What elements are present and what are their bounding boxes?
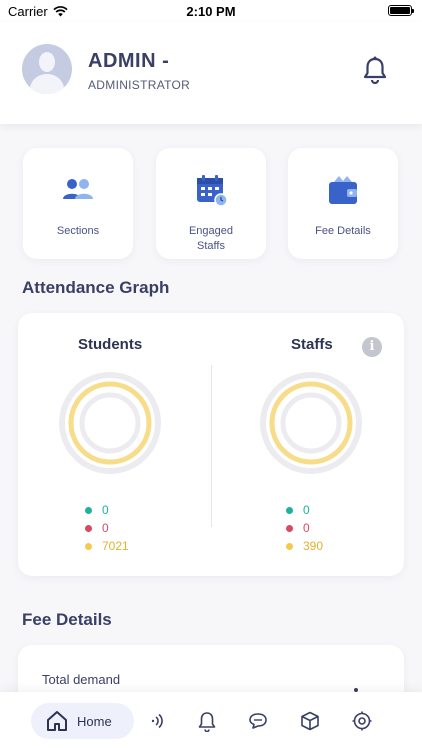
legend-item: 0 <box>286 501 323 519</box>
bottom-nav: Home <box>0 692 422 750</box>
settings-icon[interactable] <box>351 710 373 732</box>
info-icon[interactable]: i <box>362 337 382 357</box>
legend-item: 0 <box>85 519 129 537</box>
battery-icon <box>388 5 414 16</box>
legend-item: 0 <box>85 501 129 519</box>
legend-item: 0 <box>286 519 323 537</box>
notification-bell-icon[interactable] <box>362 56 388 84</box>
bell-icon[interactable] <box>196 710 218 732</box>
nav-home-button[interactable]: Home <box>31 703 134 739</box>
profile-header: ADMIN - ADMINISTRATOR <box>0 22 422 124</box>
attendance-graph-title: Attendance Graph <box>22 278 170 297</box>
staffs-legend: 0 0 390 <box>286 501 323 555</box>
staffs-heading: Staffs <box>291 336 333 353</box>
engaged-staffs-card[interactable]: Engaged Staffs <box>156 148 266 259</box>
fee-details-label: Fee Details <box>315 225 371 237</box>
fee-details-title: Fee Details <box>22 610 112 629</box>
sections-card[interactable]: Sections <box>23 148 133 259</box>
chart-divider <box>211 365 212 527</box>
sections-label: Sections <box>56 225 100 237</box>
students-legend: 0 0 7021 <box>85 501 129 555</box>
legend-item: 390 <box>286 537 323 555</box>
box-icon[interactable] <box>299 710 321 732</box>
calendar-icon <box>197 175 228 207</box>
attendance-card: Students Staffs i 0 0 7021 0 0 390 <box>18 313 404 576</box>
users-icon <box>63 179 93 199</box>
user-name: ADMIN - <box>88 50 170 72</box>
fee-details-card[interactable]: Fee Details <box>288 148 398 259</box>
clock: 2:10 PM <box>186 4 236 19</box>
staffs-donut-chart <box>260 372 362 474</box>
nav-home-label: Home <box>77 713 112 729</box>
user-role: ADMINISTRATOR <box>88 78 191 92</box>
status-bar: Carrier 2:10 PM <box>0 0 422 22</box>
students-heading: Students <box>78 336 143 353</box>
wallet-icon <box>329 176 357 204</box>
home-icon <box>47 711 67 731</box>
avatar[interactable] <box>22 44 72 94</box>
total-demand-label: Total demand <box>42 672 121 687</box>
legend-item: 7021 <box>85 537 129 555</box>
broadcast-icon[interactable] <box>145 710 167 732</box>
engaged-staffs-label: Engaged Staffs <box>188 225 234 252</box>
chat-icon[interactable] <box>247 710 269 732</box>
students-donut-chart <box>59 372 161 474</box>
